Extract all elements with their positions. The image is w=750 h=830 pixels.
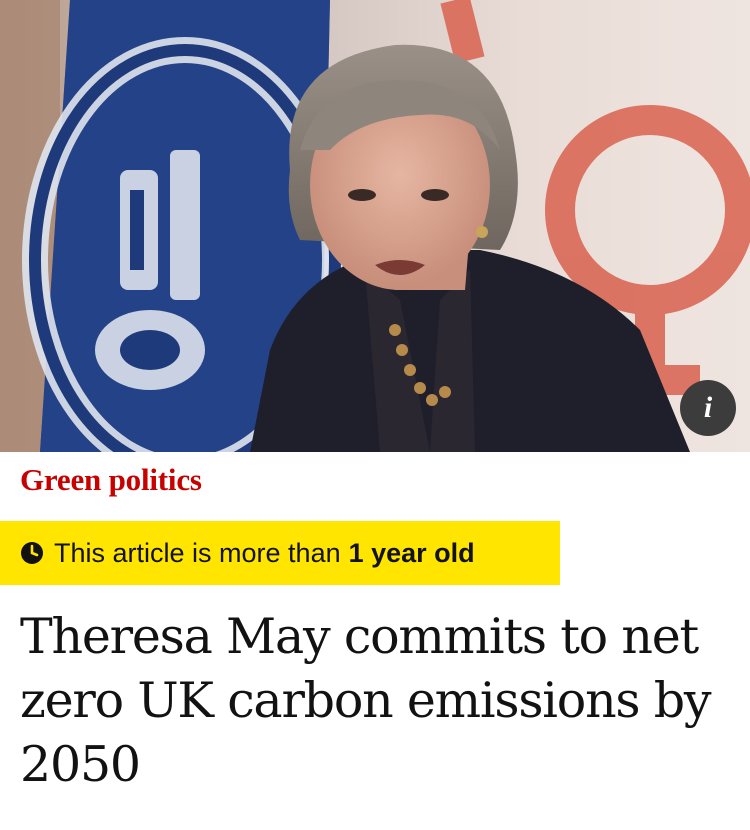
- clock-icon: [21, 542, 43, 564]
- age-banner-highlight: 1 year old: [348, 537, 475, 568]
- photo-theresa-may: [0, 0, 750, 452]
- article-hero-image: i: [0, 0, 750, 452]
- section-kicker[interactable]: Green politics: [20, 462, 202, 498]
- article-age-banner: This article is more than 1 year old: [0, 521, 560, 585]
- info-icon: i: [703, 391, 713, 424]
- image-info-button[interactable]: i: [680, 380, 736, 436]
- age-banner-text: This article is more than: [54, 537, 341, 568]
- article-headline: Theresa May commits to net zero UK carbo…: [20, 608, 712, 793]
